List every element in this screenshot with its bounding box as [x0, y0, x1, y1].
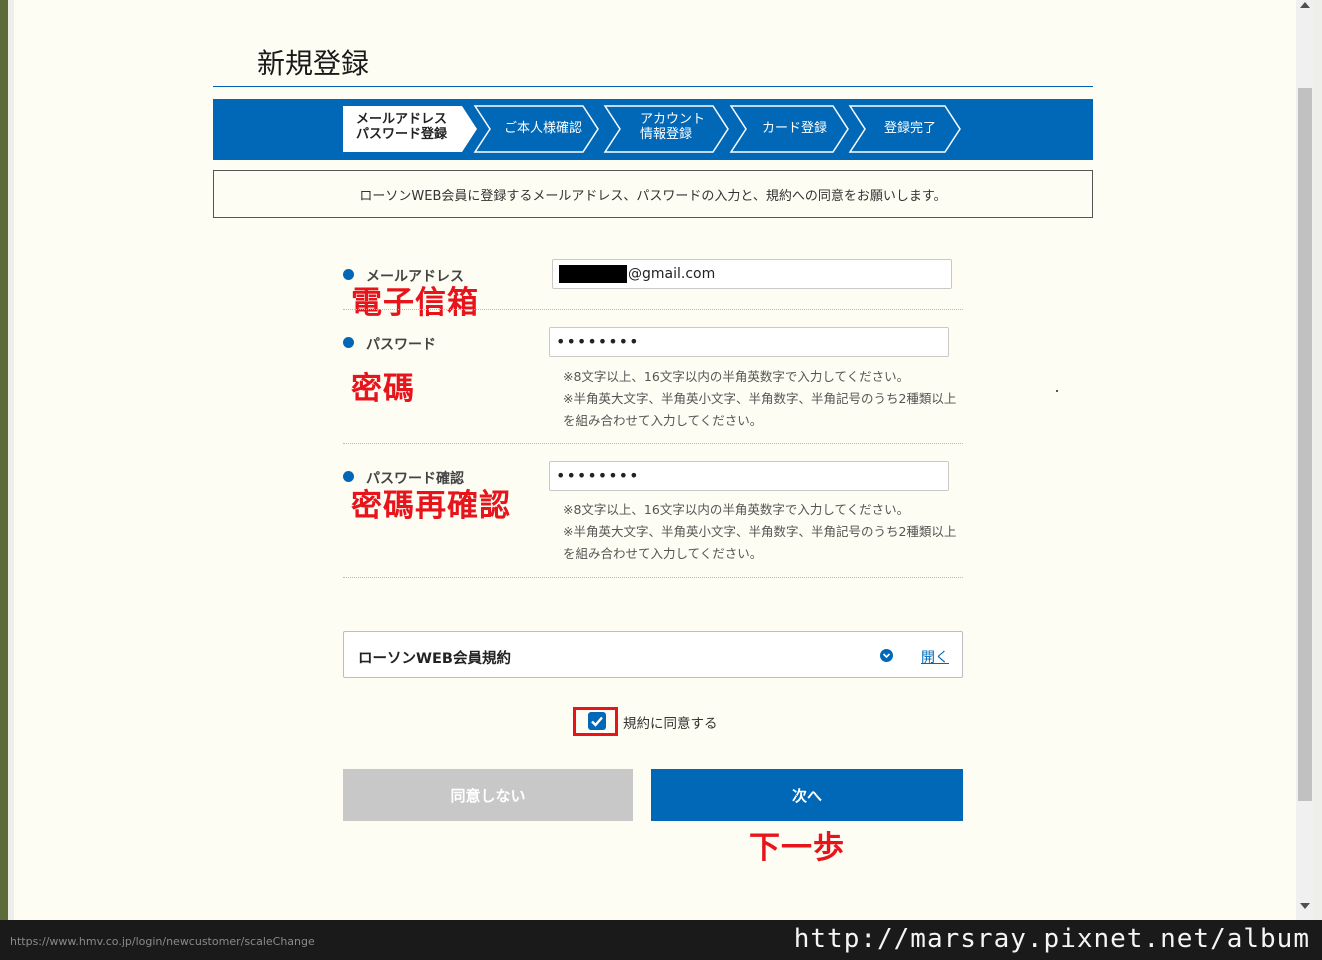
- scroll-thumb[interactable]: [1298, 88, 1312, 801]
- password-confirm-hint: ※8文字以上、16文字以内の半角英数字で入力してください。 ※半角英大文字、半角…: [563, 502, 957, 561]
- email-annotation: 電子信箱: [351, 285, 479, 321]
- password-label: パスワード: [366, 337, 436, 353]
- progress-steps: メールアドレス パスワード登録 ご本人様確認 アカウント 情報登録 カード登録 …: [213, 99, 1093, 160]
- step-3-label: アカウント 情報登録: [640, 112, 706, 142]
- status-url: https://www.hmv.co.jp/login/newcustomer/…: [10, 935, 315, 948]
- step-4-label: カード登録: [762, 121, 828, 136]
- next-annotation: 下一歩: [749, 830, 845, 866]
- stray-dot: [1056, 390, 1058, 392]
- intro-box: ローソンWEB会員に登録するメールアドレス、パスワードの入力と、規約への同意をお…: [213, 170, 1093, 218]
- status-bar: https://www.hmv.co.jp/login/newcustomer/…: [0, 920, 1322, 960]
- password-bullet-icon: [343, 337, 354, 348]
- page-title: 新規登録: [257, 47, 370, 80]
- window-frame-right: [1314, 0, 1322, 920]
- password-hint: ※8文字以上、16文字以内の半角英数字で入力してください。 ※半角英大文字、半角…: [563, 369, 957, 428]
- email-separator: [343, 309, 963, 310]
- email-value: @gmail.com: [628, 266, 716, 282]
- password-confirm-field[interactable]: ••••••••: [549, 461, 949, 491]
- terms-panel[interactable]: ローソンWEB会員規約 開く: [343, 631, 963, 678]
- step-2-label: ご本人様確認: [504, 121, 583, 136]
- chevron-down-icon[interactable]: [880, 649, 893, 662]
- password-separator: [343, 443, 963, 444]
- scroll-down-icon[interactable]: [1300, 903, 1310, 909]
- password-field[interactable]: ••••••••: [549, 327, 949, 357]
- intro-text: ローソンWEB会員に登録するメールアドレス、パスワードの入力と、規約への同意をお…: [359, 189, 947, 204]
- title-divider: [213, 86, 1093, 87]
- agree-label[interactable]: 規約に同意する: [623, 712, 718, 732]
- check-icon: [591, 716, 603, 727]
- page-content: 新規登録 メールアドレス パスワード登録 ご本人様確認 アカウント 情報登録 カ…: [14, 0, 1296, 920]
- window-frame-left: [0, 0, 8, 920]
- scroll-up-icon[interactable]: [1300, 2, 1310, 8]
- step-5-label: 登録完了: [884, 121, 937, 136]
- watermark: http://marsray.pixnet.net/album: [793, 924, 1310, 954]
- redaction-block: [559, 265, 627, 283]
- step-1-label: メールアドレス パスワード登録: [356, 112, 448, 142]
- password-confirm-annotation: 密碼再確認: [351, 488, 511, 524]
- vertical-scrollbar[interactable]: [1296, 0, 1314, 920]
- email-field[interactable]: @gmail.com: [552, 259, 952, 289]
- agree-checkbox[interactable]: [588, 712, 606, 730]
- password-confirm-separator: [343, 577, 963, 578]
- terms-open-link[interactable]: 開く: [921, 647, 949, 667]
- disagree-button[interactable]: 同意しない: [343, 769, 633, 821]
- next-button[interactable]: 次へ: [651, 769, 963, 821]
- terms-title: ローソンWEB会員規約: [358, 651, 511, 667]
- password-annotation: 密碼: [351, 371, 415, 407]
